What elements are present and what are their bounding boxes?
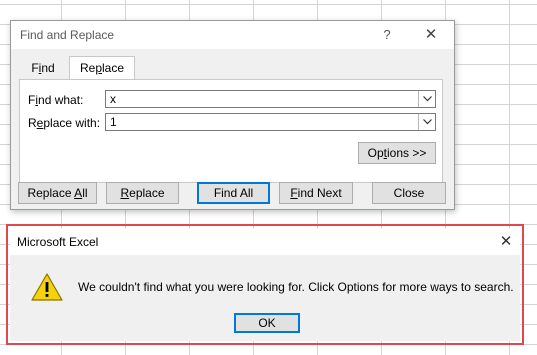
replace-all-button[interactable]: Replace All (18, 182, 97, 204)
replace-button[interactable]: Replace (106, 182, 179, 204)
tab-find[interactable]: Find (19, 57, 67, 79)
replace-all-label-access: A (74, 186, 83, 200)
find-next-label-b: ind Next (297, 186, 342, 200)
close-icon[interactable]: ✕ (496, 232, 516, 252)
replace-label-access: R (120, 186, 130, 200)
find-what-label: Find what: (28, 93, 83, 107)
chevron-down-icon[interactable] (418, 91, 435, 107)
find-all-label: Find All (213, 186, 254, 200)
ok-button[interactable]: OK (234, 313, 300, 333)
close-label: Close (393, 186, 425, 200)
message-box: Microsoft Excel ✕ We couldn't find what … (10, 228, 520, 341)
tab-find-label-b: nd (41, 61, 55, 75)
find-replace-title: Find and Replace (20, 28, 115, 42)
replace-all-label-b: ll (82, 186, 88, 200)
tab-find-label-a: F (31, 61, 39, 75)
find-next-label-access: F (290, 186, 298, 200)
options-label-a: Op (367, 146, 384, 160)
message-box-titlebar[interactable]: Microsoft Excel ✕ (10, 228, 520, 255)
find-replace-titlebar[interactable]: Find and Replace ? ✕ (11, 21, 454, 49)
find-next-button[interactable]: Find Next (279, 182, 353, 204)
find-what-combobox[interactable]: x (105, 90, 436, 108)
close-icon[interactable]: ✕ (420, 25, 442, 45)
close-button[interactable]: Close (372, 182, 446, 204)
find-what-label-b: nd what: (38, 93, 84, 107)
replace-with-value[interactable]: 1 (110, 115, 117, 129)
options-label-b: ions >> (386, 146, 427, 160)
chevron-down-icon[interactable] (418, 114, 435, 130)
help-icon[interactable]: ? (379, 26, 395, 44)
find-what-value[interactable]: x (110, 92, 116, 106)
find-replace-dialog: Find and Replace ? ✕ Find Replace Find w… (10, 20, 455, 210)
find-all-button[interactable]: Find All (197, 182, 270, 204)
warning-icon (30, 272, 64, 302)
replace-with-label: Replace with: (28, 116, 100, 130)
tab-replace[interactable]: Replace (69, 56, 135, 80)
message-box-title: Microsoft Excel (17, 235, 99, 249)
message-text: We couldn't find what you were looking f… (78, 280, 514, 294)
replace-all-label-a: Replace (27, 186, 75, 200)
options-button[interactable]: Options >> (358, 142, 436, 164)
tab-replace-label-a: Re (79, 61, 96, 75)
tab-replace-label-b: lace (102, 61, 125, 75)
replace-with-label-a: R (28, 116, 37, 130)
replace-with-label-b: place with: (43, 116, 101, 130)
replace-with-combobox[interactable]: 1 (105, 113, 436, 131)
tab-replace-label-access: p (95, 61, 102, 75)
replace-label-b: eplace (129, 186, 165, 200)
